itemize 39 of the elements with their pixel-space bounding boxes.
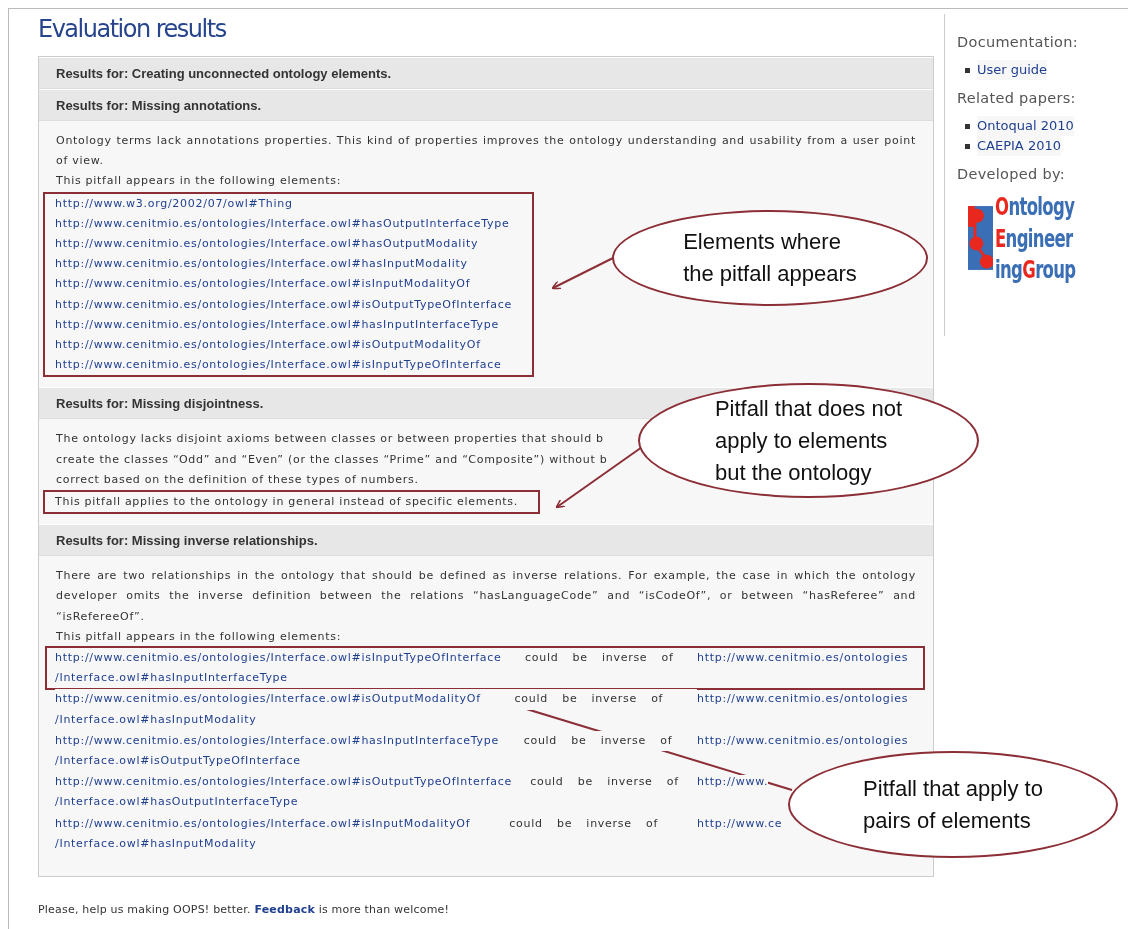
callout-text: Pitfall that apply to pairs of elements bbox=[863, 774, 1043, 835]
element-link[interactable]: /Interface.owl#hasInputInterfaceType bbox=[55, 671, 288, 685]
logo-text: Ontology bbox=[995, 192, 1076, 221]
sidebar-link[interactable]: Ontoqual 2010 bbox=[977, 116, 1074, 136]
description-line: correct based on the definition of these types of numbers. bbox=[56, 471, 419, 488]
element-link[interactable]: http://www.ce bbox=[697, 816, 783, 830]
description-line: create the classes “Odd” and “Even” (or the classes “Prime” and “Composite”) without b bbox=[56, 451, 608, 468]
intro-text: This pitfall appears in the following elements: bbox=[56, 173, 342, 190]
feedback-link[interactable]: Feedback bbox=[254, 903, 315, 917]
sidebar-heading: Related papers: bbox=[957, 90, 1077, 106]
description-text: Ontology terms lack annotations properties. This kind of properties improves the ontology understanding and usability from a user point of view. bbox=[56, 133, 916, 170]
logo-text: Engineer bbox=[995, 223, 1074, 253]
element-link[interactable]: /Interface.owl#isOutputTypeOfInterface bbox=[55, 754, 301, 768]
element-link[interactable]: /Interface.owl#hasInputModality bbox=[55, 836, 257, 850]
bullet-icon bbox=[965, 143, 970, 149]
section-header: Results for: Creating unconnected ontology elements. bbox=[39, 57, 933, 89]
logo-text: ingGroup bbox=[995, 255, 1076, 284]
intro-text: This pitfall appears in the following elements: bbox=[56, 628, 342, 645]
section-header: Results for: Missing inverse relationships. bbox=[39, 524, 933, 557]
sidebar-heading: Developed by: bbox=[957, 166, 1066, 182]
section-header: Results for: Missing annotations. bbox=[39, 89, 933, 121]
description-text: There are two relationships in the ontology that should be defined as inverse relations. For example, the case in which the ontology developer omits the inverse definition between the relations “hasLanguageCode” and “isCodeOf”, or between “hasReferee” and “isRefereeOf”. bbox=[56, 568, 916, 625]
sidebar-link[interactable]: CAEPIA 2010 bbox=[977, 136, 1061, 156]
page-title: Evaluation results bbox=[38, 14, 227, 44]
sidebar-heading: Documentation: bbox=[957, 34, 1079, 50]
sidebar-link[interactable]: User guide bbox=[977, 60, 1048, 80]
callout-text: Elements where the pitfall appears bbox=[683, 228, 857, 288]
element-link[interactable]: http://www.cenitmio.es/ontologies bbox=[697, 692, 909, 706]
description-line: The ontology lacks disjoint axioms between classes or between properties that should b bbox=[56, 431, 604, 448]
element-link[interactable]: http://www.cenitmio.es/ontologies bbox=[697, 651, 909, 665]
bullet-icon bbox=[965, 123, 970, 129]
element-link[interactable]: http://www.cenitmio.es/ontologies bbox=[697, 733, 909, 747]
element-link[interactable]: http://www. bbox=[697, 775, 769, 789]
footer-text: Please, help us making OOPS! better. Feedback is more than welcome! bbox=[38, 903, 451, 917]
element-link[interactable]: /Interface.owl#hasOutputInterfaceType bbox=[55, 795, 299, 809]
element-link[interactable]: /Interface.owl#hasInputModality bbox=[55, 712, 257, 726]
relation-text: could be inverse of bbox=[480, 689, 697, 710]
note-text: This pitfall applies to the ontology in general instead of specific elements. bbox=[55, 494, 519, 511]
bullet-icon bbox=[965, 67, 970, 73]
